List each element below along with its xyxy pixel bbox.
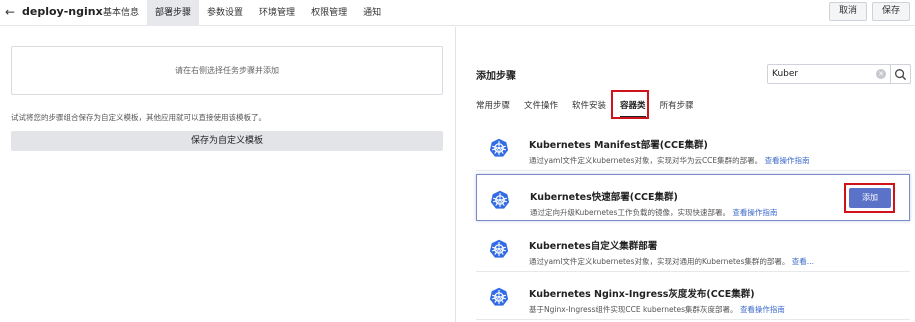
search-icon[interactable] xyxy=(894,68,907,81)
guide-link[interactable]: 查看操作指南 xyxy=(732,208,777,217)
step-name: Kubernetes自定义集群部署 xyxy=(529,241,658,252)
highlight-box-category xyxy=(611,90,649,119)
step-search: ✕ xyxy=(767,64,911,84)
step-item[interactable]: Kubernetes自定义集群部署 通过yaml文件定义kubernetes对象… xyxy=(476,224,910,272)
top-bar: ← deploy-nginx 基本信息 部署步骤 参数设置 环境管理 权限管理 … xyxy=(0,0,915,26)
step-desc-text: 通过定向升级Kubernetes工作负载的镜像，实现快速部署。 xyxy=(530,208,730,217)
save-button[interactable]: 保存 xyxy=(872,2,910,21)
step-name: Kubernetes Manifest部署(CCE集群) xyxy=(529,140,708,151)
steps-placeholder-text: 请在右侧选择任务步骤并添加 xyxy=(175,66,279,75)
app-title: deploy-nginx xyxy=(22,5,103,18)
search-input[interactable] xyxy=(772,67,872,81)
step-item[interactable]: Kubernetes快速部署(CCE集群) 通过定向升级Kubernetes工作… xyxy=(476,174,910,221)
tab-environment[interactable]: 环境管理 xyxy=(251,0,303,26)
steps-drop-area: 请在右侧选择任务步骤并添加 xyxy=(11,46,443,95)
step-desc-text: 基于Nginx-Ingress组件实现CCE kubernetes集群灰度部署。 xyxy=(529,305,738,314)
kubernetes-icon xyxy=(489,287,509,306)
step-list: Kubernetes Manifest部署(CCE集群) 通过yaml文件定义k… xyxy=(476,123,910,320)
step-name: Kubernetes Nginx-Ingress灰度发布(CCE集群) xyxy=(529,289,755,300)
tab-permissions[interactable]: 权限管理 xyxy=(303,0,355,26)
category-software-install[interactable]: 软件安装 xyxy=(572,96,606,116)
panel-divider xyxy=(455,27,456,322)
highlight-box-add xyxy=(844,183,895,213)
tab-notifications[interactable]: 通知 xyxy=(355,0,389,26)
step-description: 通过yaml文件定义kubernetes对象，实现对通用的Kubernetes集… xyxy=(529,256,814,267)
kubernetes-icon xyxy=(489,239,509,258)
category-file-ops[interactable]: 文件操作 xyxy=(524,96,558,116)
step-description: 基于Nginx-Ingress组件实现CCE kubernetes集群灰度部署。… xyxy=(529,304,785,315)
kubernetes-icon xyxy=(490,190,510,209)
category-common[interactable]: 常用步骤 xyxy=(476,96,510,116)
add-steps-title: 添加步骤 xyxy=(476,71,516,82)
cancel-button[interactable]: 取消 xyxy=(829,2,867,21)
search-separator xyxy=(890,65,891,83)
step-description: 通过yaml文件定义kubernetes对象，实现对华为云CCE集群的部署。 查… xyxy=(529,155,810,166)
guide-link[interactable]: 查看操作指南 xyxy=(740,305,785,314)
tab-basic-info[interactable]: 基本信息 xyxy=(95,0,147,26)
save-as-template-button[interactable]: 保存为自定义模板 xyxy=(11,131,443,151)
guide-link[interactable]: 查看操作指南 xyxy=(765,156,810,165)
step-name: Kubernetes快速部署(CCE集群) xyxy=(530,192,678,203)
category-tabs: 常用步骤 文件操作 软件安装 容器类 所有步骤 xyxy=(476,96,708,118)
step-item[interactable]: Kubernetes Nginx-Ingress灰度发布(CCE集群) 基于Ng… xyxy=(476,272,910,320)
step-description: 通过定向升级Kubernetes工作负载的镜像，实现快速部署。 查看操作指南 xyxy=(530,207,777,218)
back-arrow-icon[interactable]: ← xyxy=(5,5,19,19)
tab-deploy-steps[interactable]: 部署步骤 xyxy=(147,0,200,26)
step-item[interactable]: Kubernetes Manifest部署(CCE集群) 通过yaml文件定义k… xyxy=(476,123,910,171)
tab-parameters[interactable]: 参数设置 xyxy=(199,0,251,26)
clear-icon[interactable]: ✕ xyxy=(876,69,886,79)
step-desc-text: 通过yaml文件定义kubernetes对象，实现对华为云CCE集群的部署。 xyxy=(529,156,763,165)
kubernetes-icon xyxy=(489,138,509,157)
template-hint: 试试将您的步骤组合保存为自定义模板，其他应用就可以直接使用该模板了。 xyxy=(11,113,266,122)
category-all[interactable]: 所有步骤 xyxy=(660,96,694,116)
nav-tabs: 基本信息 部署步骤 参数设置 环境管理 权限管理 通知 xyxy=(95,0,389,26)
guide-link[interactable]: 查看... xyxy=(792,257,814,266)
step-desc-text: 通过yaml文件定义kubernetes对象，实现对通用的Kubernetes集… xyxy=(529,257,790,266)
